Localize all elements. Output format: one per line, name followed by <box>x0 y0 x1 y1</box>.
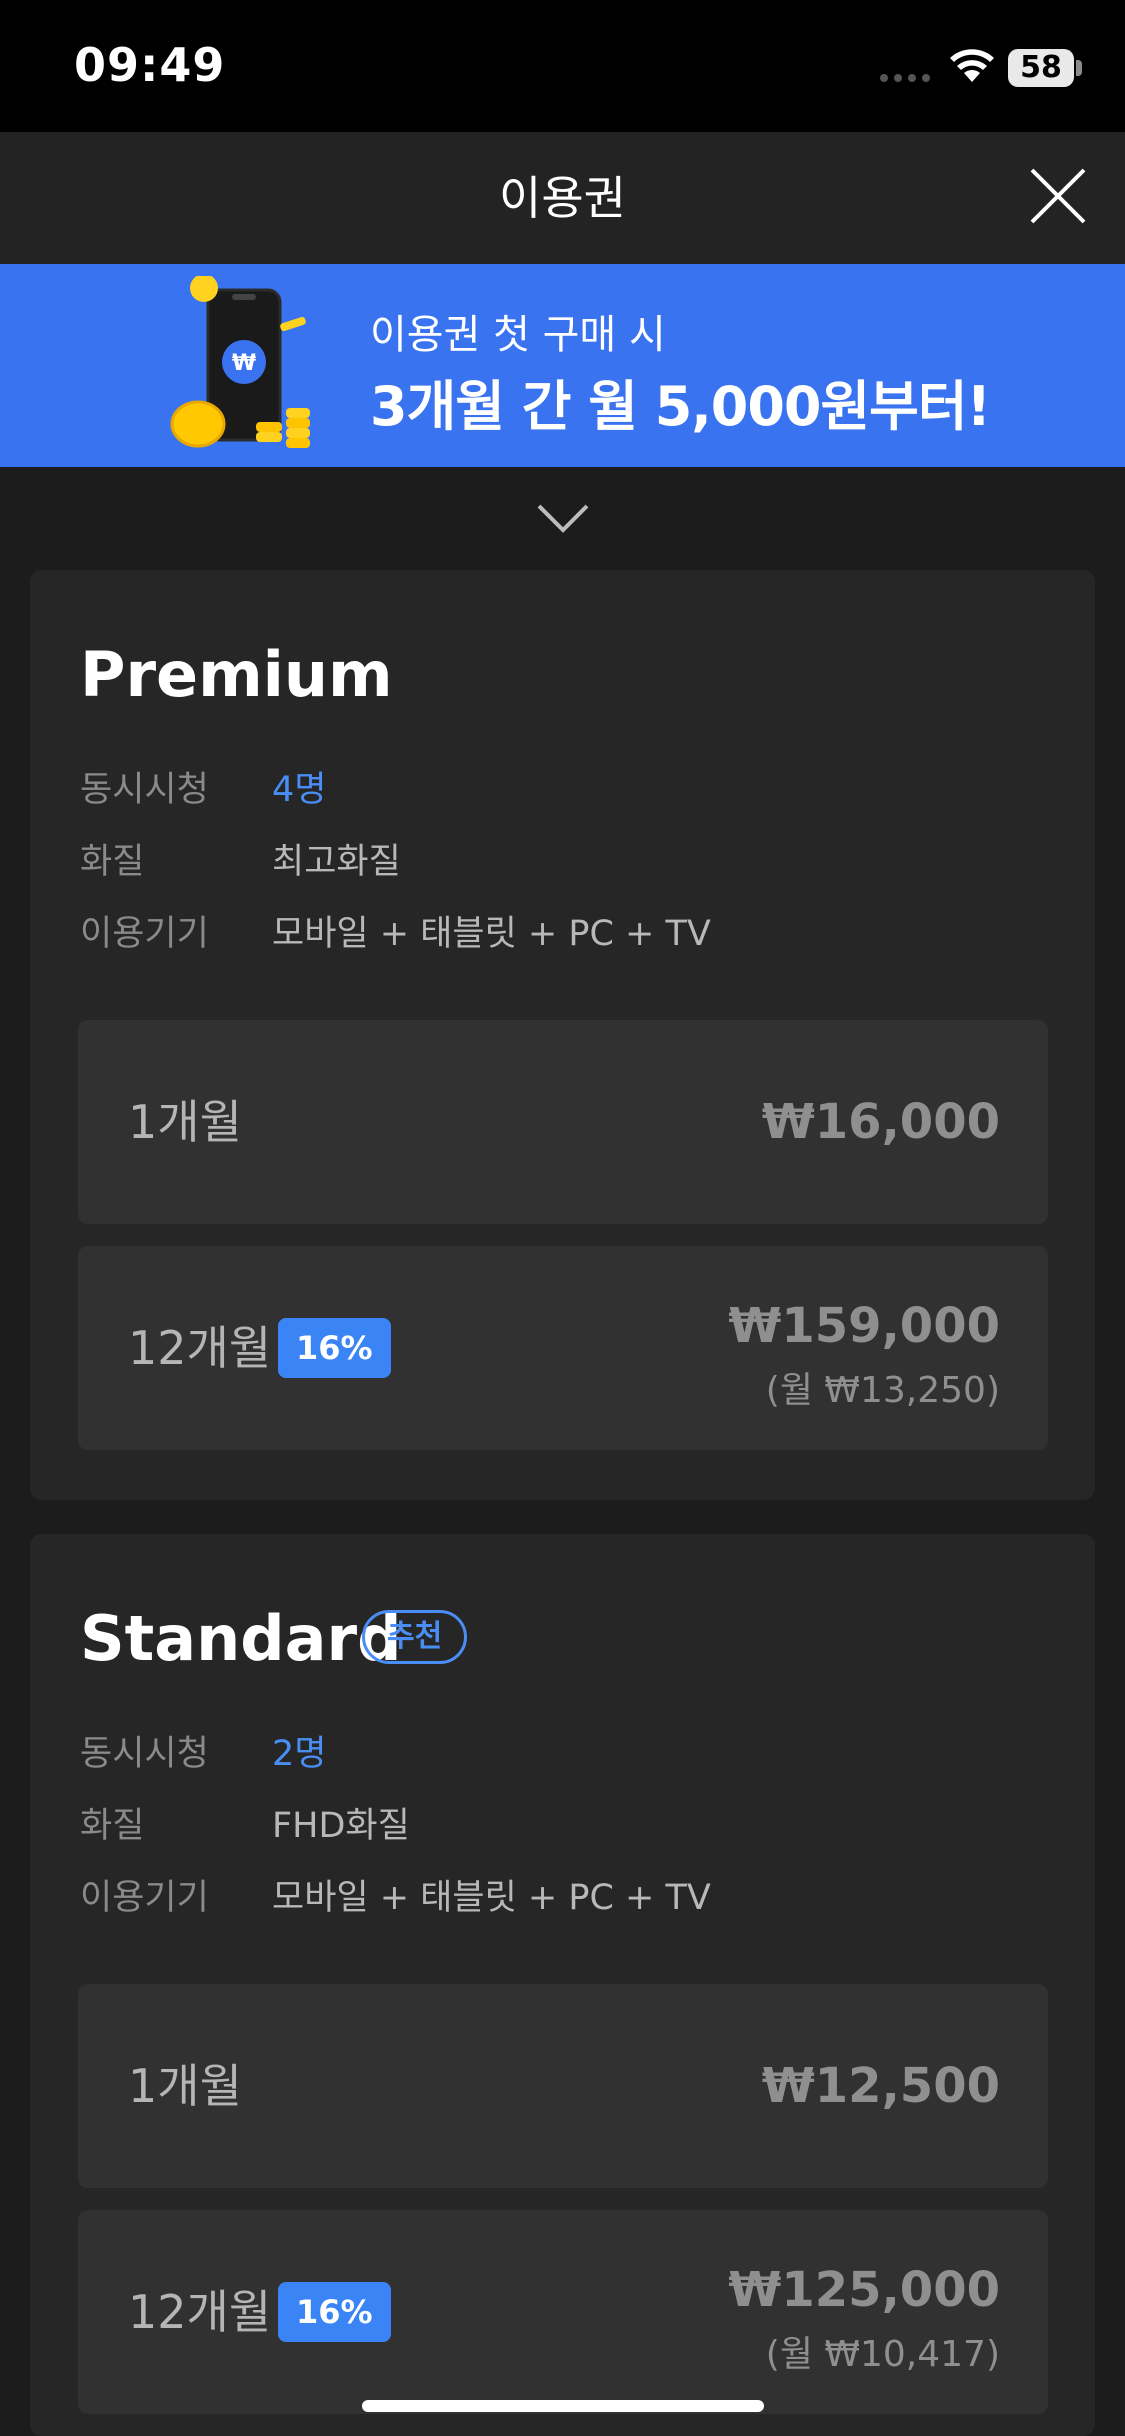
spec-value: 모바일 + 태블릿 + PC + TV <box>272 914 711 954</box>
option-premium-12-month[interactable]: 12개월 16% ₩159,000 (월 ₩13,250) <box>78 1246 1048 1450</box>
option-premium-1-month[interactable]: 1개월 ₩16,000 <box>78 1020 1048 1224</box>
promo-banner[interactable]: ₩ 이용권 첫 구매 시 3개월 간 월 5,000원부터! <box>0 264 1125 467</box>
spec-label: 이용기기 <box>80 914 209 954</box>
status-time: 09:49 <box>74 38 226 92</box>
option-monthly-price: (월 ₩13,250) <box>765 1370 1000 1411</box>
cellular-signal-icon <box>880 74 930 82</box>
option-period: 12개월 <box>128 1321 272 1375</box>
home-indicator[interactable] <box>362 2400 764 2412</box>
close-icon[interactable] <box>1022 160 1094 232</box>
discount-badge: 16% <box>278 1318 391 1378</box>
nav-bar: 이용권 <box>0 132 1125 264</box>
option-price: ₩125,000 <box>728 2262 1000 2318</box>
plan-name: Standard <box>80 1602 402 1675</box>
page-title: 이용권 <box>499 171 626 225</box>
won-symbol: ₩ <box>232 351 256 376</box>
spec-value: 최고화질 <box>272 842 401 882</box>
plan-card-standard: Standard 추천 동시시청 2명 화질 FHD화질 이용기기 모바일 + … <box>30 1534 1095 2436</box>
spec-label: 동시시청 <box>80 1734 209 1774</box>
option-monthly-price: (월 ₩10,417) <box>765 2334 1000 2375</box>
plan-name: Premium <box>80 638 393 711</box>
promo-subtitle: 이용권 첫 구매 시 <box>370 312 666 358</box>
spec-value: 4명 <box>272 770 327 810</box>
option-standard-12-month[interactable]: 12개월 16% ₩125,000 (월 ₩10,417) <box>78 2210 1048 2414</box>
status-bar: 09:49 58 <box>0 0 1125 132</box>
spec-value: 2명 <box>272 1734 327 1774</box>
option-period: 12개월 <box>128 2285 272 2339</box>
promo-headline: 3개월 간 월 5,000원부터! <box>370 375 991 438</box>
option-price: ₩12,500 <box>761 2058 1000 2114</box>
phone-coins-illustration: ₩ <box>170 276 310 448</box>
option-period: 1개월 <box>128 2059 242 2113</box>
spec-label: 화질 <box>80 1806 145 1846</box>
spec-label: 화질 <box>80 842 145 882</box>
wifi-icon <box>950 49 994 82</box>
spec-label: 이용기기 <box>80 1878 209 1918</box>
battery-indicator: 58 <box>1008 49 1074 87</box>
battery-tip <box>1076 60 1082 76</box>
plan-card-premium: Premium 동시시청 4명 화질 최고화질 이용기기 모바일 + 태블릿 +… <box>30 570 1095 1500</box>
recommend-badge: 추천 <box>362 1610 468 1664</box>
spec-label: 동시시청 <box>80 770 209 810</box>
option-price: ₩159,000 <box>728 1298 1000 1354</box>
spec-value: 모바일 + 태블릿 + PC + TV <box>272 1878 711 1918</box>
option-standard-1-month[interactable]: 1개월 ₩12,500 <box>78 1984 1048 2188</box>
spec-value: FHD화질 <box>272 1806 410 1846</box>
option-price: ₩16,000 <box>761 1094 1000 1150</box>
option-period: 1개월 <box>128 1095 242 1149</box>
chevron-down-icon[interactable] <box>536 502 590 534</box>
discount-badge: 16% <box>278 2282 391 2342</box>
